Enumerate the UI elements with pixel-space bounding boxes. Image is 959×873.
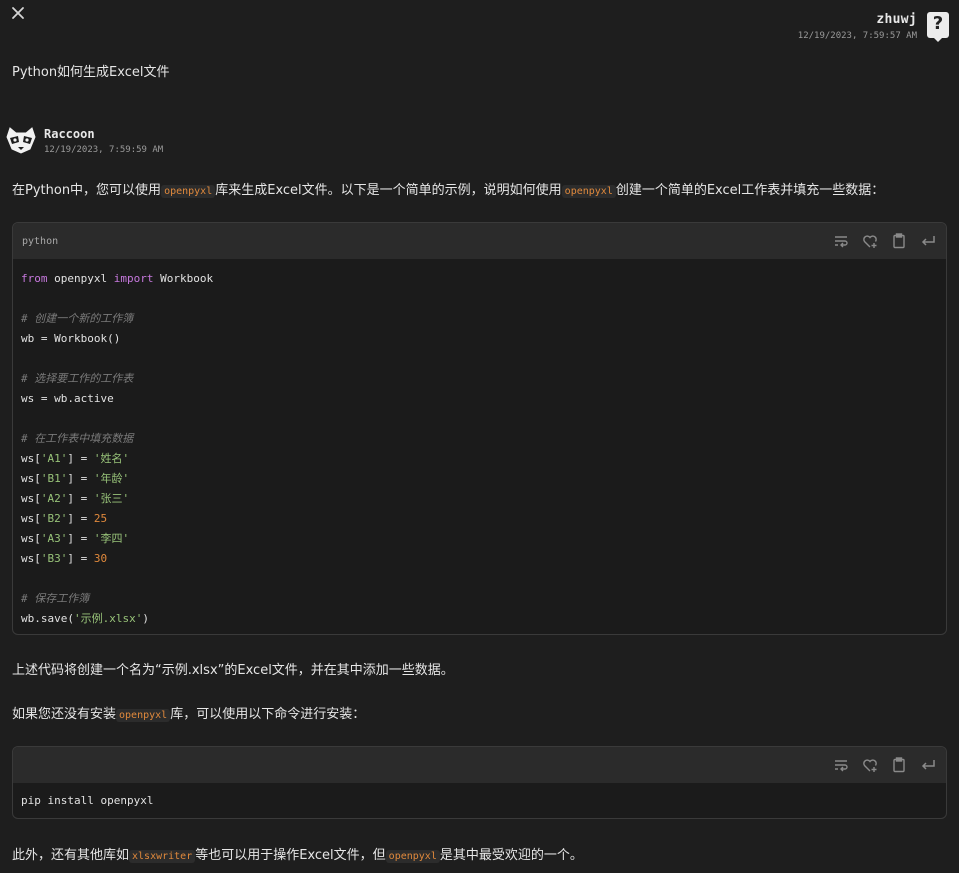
inline-code: openpyxl <box>116 709 171 722</box>
final-paragraph: 此外，还有其他库如 xlsxwriter 等也可以用于操作Excel文件，但 open… <box>12 848 583 863</box>
inline-code: openpyxl <box>561 185 616 198</box>
code-body[interactable]: from openpyxl import Workbook # 创建一个新的工作簿… <box>13 259 946 634</box>
code-line: ws['B1'] = '年龄' <box>21 472 130 485</box>
code-comment: # 创建一个新的工作簿 <box>21 312 134 325</box>
code-actions <box>832 756 937 774</box>
like-icon[interactable] <box>861 232 879 250</box>
user-question: Python如何生成Excel文件 <box>12 65 170 80</box>
raccoon-icon <box>4 125 38 155</box>
code-line: ws['A1'] = '姓名' <box>21 452 130 465</box>
code-comment: # 保存工作簿 <box>21 592 90 605</box>
wrap-icon[interactable] <box>832 756 850 774</box>
intro-paragraph: 在Python中，您可以使用 openpyxl 库来生成Excel文件。以下是一个简… <box>12 179 884 198</box>
inline-code: xlsxwriter <box>129 850 196 863</box>
code-body[interactable]: pip install openpyxl <box>13 783 946 817</box>
chat-page: zhuwj 12/19/2023, 7:59:57 AM ? Python如何生… <box>0 0 959 873</box>
code-line: ws = wb.active <box>21 392 114 405</box>
user-timestamp: 12/19/2023, 7:59:57 AM <box>797 31 917 41</box>
like-icon[interactable] <box>861 756 879 774</box>
code-block-python: python from openpyxl import Workbook # 创建… <box>12 222 947 635</box>
code-line: ws['A2'] = '张三' <box>21 492 130 505</box>
bot-timestamp: 12/19/2023, 7:59:59 AM <box>44 145 164 155</box>
code-block-shell: pip install openpyxl <box>12 746 947 819</box>
code-line: ws['B3'] = 30 <box>21 552 108 565</box>
inline-code: openpyxl <box>161 185 216 198</box>
code-block-header: python <box>13 223 946 259</box>
insert-icon[interactable] <box>919 232 937 250</box>
code-comment: # 选择要工作的工作表 <box>21 372 134 385</box>
code-line: ws['B2'] = 25 <box>21 512 108 525</box>
insert-icon[interactable] <box>919 756 937 774</box>
code-line: from openpyxl import Workbook <box>21 272 214 285</box>
code-line: wb = Workbook() <box>21 332 121 345</box>
intro-text-2: 库来生成Excel文件。以下是一个简单的示例，说明如何使用 <box>215 183 562 198</box>
intro-text-1: 在Python中，您可以使用 <box>12 183 162 198</box>
inline-code: openpyxl <box>385 850 440 863</box>
user-message-header: zhuwj 12/19/2023, 7:59:57 AM ? <box>797 12 949 42</box>
after-code-paragraph: 上述代码将创建一个名为“示例.xlsx”的Excel文件，并在其中添加一些数据。 <box>12 663 454 678</box>
code-line: pip install openpyxl <box>21 794 154 807</box>
code-language-label: python <box>22 235 59 247</box>
code-block-header <box>13 747 946 783</box>
clipboard-icon[interactable] <box>890 232 908 250</box>
wrap-icon[interactable] <box>832 232 850 250</box>
code-line: wb.save('示例.xlsx') <box>21 612 149 625</box>
code-actions <box>832 232 937 250</box>
intro-text-3: 创建一个简单的Excel工作表并填充一些数据： <box>615 183 885 198</box>
code-comment: # 在工作表中填充数据 <box>21 432 134 445</box>
code-line: ws['A3'] = '李四' <box>21 532 130 545</box>
help-avatar-icon: ? <box>927 12 949 42</box>
bot-message-header: Raccoon 12/19/2023, 7:59:59 AM <box>4 125 163 155</box>
clipboard-icon[interactable] <box>890 756 908 774</box>
close-icon[interactable] <box>9 4 27 22</box>
bot-name: Raccoon <box>44 127 95 141</box>
user-name: zhuwj <box>876 12 917 27</box>
install-paragraph: 如果您还没有安装 openpyxl 库，可以使用以下命令进行安装： <box>12 707 366 722</box>
